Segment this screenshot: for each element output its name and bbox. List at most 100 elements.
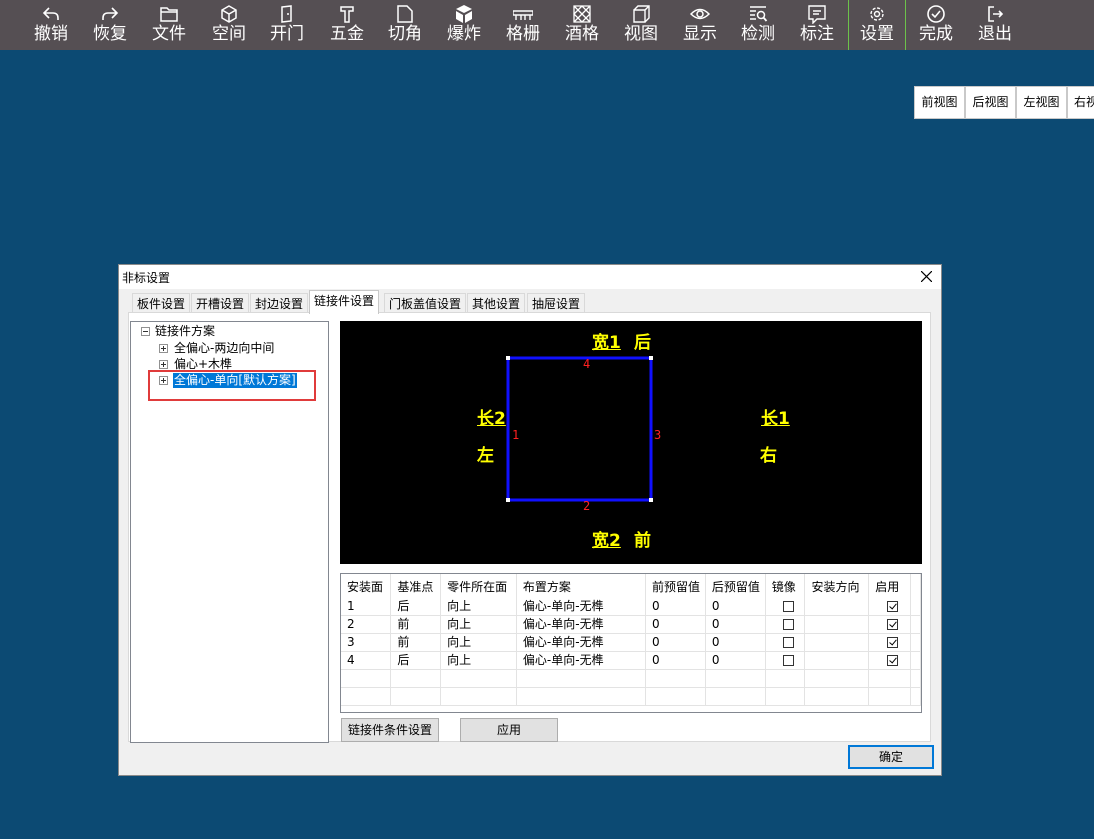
- cell-base[interactable]: 前: [390, 633, 442, 652]
- top-side-label: 后: [634, 333, 651, 353]
- mirror-checkbox[interactable]: [782, 619, 794, 630]
- exit-button[interactable]: 退出: [968, 0, 1022, 50]
- cell-spacer: [910, 651, 921, 670]
- tab-edge-banding-settings[interactable]: 封边设置: [250, 293, 309, 313]
- tab-drawer-settings[interactable]: 抽屉设置: [527, 293, 586, 313]
- cell-scheme[interactable]: 偏心-单向-无榫: [516, 598, 646, 616]
- cell-front[interactable]: 0: [645, 633, 706, 652]
- cell-face[interactable]: 1: [341, 598, 392, 616]
- cell-part-face[interactable]: 向上: [440, 633, 517, 652]
- front-view-button[interactable]: 前视图: [914, 86, 965, 119]
- left-side-label: 左: [477, 446, 494, 466]
- col-header-layout-scheme[interactable]: 布置方案: [516, 574, 646, 598]
- undo-button[interactable]: 撤销: [24, 0, 78, 50]
- tree-item-scheme-1[interactable]: 全偏心-两边向中间: [174, 341, 274, 356]
- finish-button[interactable]: 完成: [909, 0, 963, 50]
- annotation-button[interactable]: 标注: [790, 0, 844, 50]
- wine-rack-icon: [573, 5, 591, 23]
- space-button[interactable]: 空间: [202, 0, 256, 50]
- tree-collapse-toggle[interactable]: [141, 327, 150, 336]
- tab-other-settings[interactable]: 其他设置: [467, 293, 526, 313]
- explode-button[interactable]: 爆炸: [437, 0, 491, 50]
- table-row[interactable]: 4 后 向上 偏心-单向-无榫 0 0: [341, 651, 921, 670]
- col-header-back-reserve[interactable]: 后预留值: [705, 574, 766, 598]
- tree-root-label[interactable]: 链接件方案: [155, 324, 215, 339]
- cell-back[interactable]: 0: [705, 615, 766, 634]
- col-header-mirror[interactable]: 镜像: [765, 574, 806, 598]
- hardware-icon: [340, 6, 354, 23]
- cell-direction[interactable]: [804, 651, 870, 670]
- inspect-button[interactable]: 检测: [731, 0, 785, 50]
- cell-direction[interactable]: [804, 633, 870, 652]
- open-door-button[interactable]: 开门: [260, 0, 314, 50]
- cell-scheme[interactable]: 偏心-单向-无榫: [516, 633, 646, 652]
- cell-face[interactable]: 3: [341, 633, 392, 652]
- cell-base[interactable]: 后: [390, 651, 442, 670]
- mirror-checkbox[interactable]: [782, 601, 794, 612]
- tree-expand-toggle[interactable]: [159, 344, 168, 353]
- enabled-checkbox[interactable]: [887, 601, 899, 612]
- cell-part-face[interactable]: 向上: [440, 651, 517, 670]
- col-header-part-face[interactable]: 零件所在面: [440, 574, 517, 598]
- table-row[interactable]: 1 后 向上 偏心-单向-无榫 0 0: [341, 598, 921, 616]
- cell-back[interactable]: 0: [705, 633, 766, 652]
- col-header-enabled[interactable]: 启用: [868, 574, 911, 598]
- ok-button[interactable]: 确定: [848, 745, 934, 769]
- mirror-checkbox[interactable]: [782, 637, 794, 648]
- connector-layout-diagram: 宽1 后 宽2 前 长2 左 长1 右 1 2 3 4: [340, 321, 922, 564]
- cell-front[interactable]: 0: [645, 598, 706, 616]
- cell-scheme[interactable]: 偏心-单向-无榫: [516, 651, 646, 670]
- cell-front[interactable]: 0: [645, 651, 706, 670]
- apply-button[interactable]: 应用: [460, 718, 558, 742]
- enabled-checkbox[interactable]: [887, 655, 899, 666]
- tab-door-cover-settings[interactable]: 门板盖值设置: [384, 293, 467, 313]
- col-header-install-face[interactable]: 安装面: [341, 574, 392, 598]
- cell-direction[interactable]: [804, 598, 870, 616]
- table-row[interactable]: 2 前 向上 偏心-单向-无榫 0 0: [341, 615, 921, 634]
- enabled-checkbox[interactable]: [887, 637, 899, 648]
- cut-corner-button[interactable]: 切角: [378, 0, 432, 50]
- cell-part-face[interactable]: 向上: [440, 615, 517, 634]
- cell-base[interactable]: 后: [390, 598, 442, 616]
- settings-button[interactable]: 设置: [850, 0, 904, 50]
- tab-board-settings[interactable]: 板件设置: [132, 293, 191, 313]
- cell-direction[interactable]: [804, 615, 870, 634]
- connector-condition-button[interactable]: 链接件条件设置: [341, 718, 439, 742]
- col-header-front-reserve[interactable]: 前预留值: [645, 574, 706, 598]
- dialog-titlebar[interactable]: 非标设置: [119, 265, 941, 289]
- right-view-button[interactable]: 右视图: [1067, 86, 1094, 119]
- cell-part-face[interactable]: 向上: [440, 598, 517, 616]
- file-button[interactable]: 文件: [142, 0, 196, 50]
- cell-face[interactable]: 4: [341, 651, 392, 670]
- display-button[interactable]: 显示: [673, 0, 727, 50]
- nonstandard-settings-dialog: 非标设置 板件设置 开槽设置 封边设置 链接件设置 门板盖值设置 其他设置 抽屉…: [118, 264, 942, 776]
- table-row[interactable]: 3 前 向上 偏心-单向-无榫 0 0: [341, 633, 921, 652]
- enabled-checkbox[interactable]: [887, 619, 899, 630]
- hardware-button[interactable]: 五金: [320, 0, 374, 50]
- cell-back[interactable]: 0: [705, 598, 766, 616]
- col-header-install-direction[interactable]: 安装方向: [804, 574, 870, 598]
- cell-mirror: [765, 615, 806, 634]
- mirror-checkbox[interactable]: [782, 655, 794, 666]
- cell-enabled: [868, 615, 911, 634]
- cell-back[interactable]: 0: [705, 651, 766, 670]
- wine-rack-button[interactable]: 酒格: [555, 0, 609, 50]
- cell-front[interactable]: 0: [645, 615, 706, 634]
- cell-face[interactable]: 2: [341, 615, 392, 634]
- col-header-base-point[interactable]: 基准点: [390, 574, 442, 598]
- close-button[interactable]: [913, 265, 939, 289]
- cell-scheme[interactable]: 偏心-单向-无榫: [516, 615, 646, 634]
- grille-button[interactable]: 格栅: [496, 0, 550, 50]
- left-view-button[interactable]: 左视图: [1016, 86, 1067, 119]
- cell-base[interactable]: 前: [390, 615, 442, 634]
- back-view-button[interactable]: 后视图: [965, 86, 1016, 119]
- tree-expand-toggle[interactable]: [159, 360, 168, 369]
- view-button[interactable]: 视图: [614, 0, 668, 50]
- bottom-edge-label: 宽2: [592, 531, 621, 551]
- corner-handle: [649, 498, 653, 502]
- edge-number-3: 3: [654, 428, 662, 442]
- tab-groove-settings[interactable]: 开槽设置: [191, 293, 250, 313]
- tab-connector-settings[interactable]: 链接件设置: [309, 290, 380, 314]
- view-label: 视图: [624, 24, 658, 44]
- redo-button[interactable]: 恢复: [83, 0, 137, 50]
